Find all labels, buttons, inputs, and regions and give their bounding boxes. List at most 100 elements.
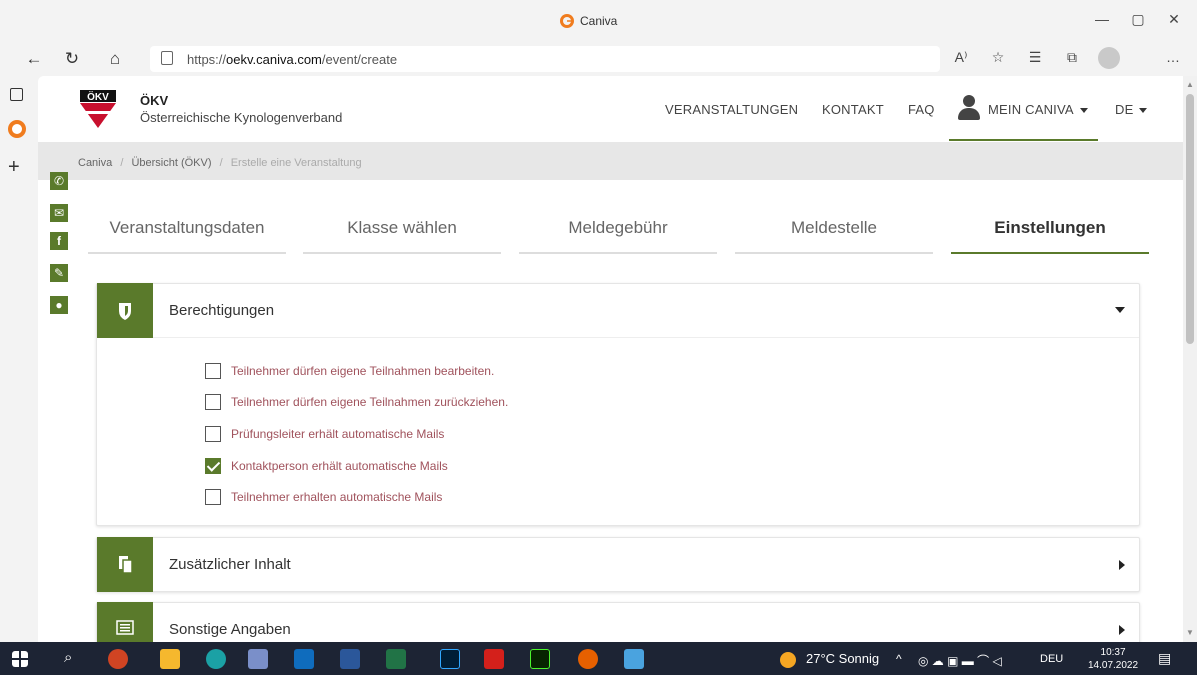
- other-details-title: Sonstige Angaben: [169, 621, 291, 638]
- tab-settings[interactable]: Einstellungen: [951, 204, 1149, 256]
- scroll-down-icon[interactable]: ▼: [1186, 628, 1194, 637]
- site-info-icon[interactable]: [161, 51, 173, 65]
- breadcrumb-overview[interactable]: Übersicht (ÖKV): [131, 157, 211, 169]
- notifications-icon[interactable]: ▤: [1158, 650, 1171, 667]
- tab-event-data[interactable]: Veranstaltungsdaten: [88, 204, 286, 256]
- search-icon[interactable]: ⌕: [64, 649, 72, 666]
- option-label[interactable]: Teilnehmer dürfen eigene Teilnahmen bear…: [231, 364, 494, 378]
- file-icon: [119, 556, 133, 574]
- scroll-up-icon[interactable]: ▲: [1186, 80, 1194, 89]
- weather-text[interactable]: 27°C Sonnig: [806, 651, 879, 666]
- new-tab-icon[interactable]: +: [8, 156, 20, 179]
- tab-select-class[interactable]: Klasse wählen: [303, 204, 501, 256]
- address-bar[interactable]: https://oekv.caniva.com/event/create: [150, 46, 940, 72]
- browser-toolbar: ← ↻ ⌂ https://oekv.caniva.com/event/crea…: [0, 42, 1197, 76]
- caret-right-icon[interactable]: [1119, 625, 1125, 635]
- checkbox[interactable]: [205, 363, 221, 379]
- url-text[interactable]: https://oekv.caniva.com/event/create: [187, 52, 397, 67]
- chevron-down-icon: [1139, 108, 1148, 114]
- phone-icon[interactable]: ✆: [50, 172, 68, 190]
- tab-actions-icon[interactable]: [10, 88, 23, 101]
- nav-active-underline: [949, 139, 1098, 141]
- weather-sun-icon[interactable]: [780, 652, 796, 668]
- window-title-text: Caniva: [580, 14, 618, 28]
- word-icon[interactable]: [340, 649, 360, 669]
- close-icon[interactable]: ✕: [1164, 11, 1184, 28]
- collections-icon[interactable]: ⧉: [1061, 49, 1083, 66]
- option-examiner-mails[interactable]: Prüfungsleiter erhält automatische Mails: [205, 424, 444, 444]
- back-icon[interactable]: ←: [24, 49, 44, 69]
- option-label[interactable]: Teilnehmer erhalten automatische Mails: [231, 490, 442, 504]
- nav-faq[interactable]: FAQ: [908, 102, 935, 117]
- page-scrollbar[interactable]: ▲ ▼: [1183, 76, 1197, 642]
- photoshop-icon[interactable]: [440, 649, 460, 669]
- checkbox[interactable]: [205, 426, 221, 442]
- dog-icon[interactable]: ✎: [50, 264, 68, 282]
- oekv-logo-icon[interactable]: ÖKV: [80, 90, 116, 128]
- read-aloud-icon[interactable]: A⁾: [950, 49, 972, 66]
- snipping-tool-icon[interactable]: [248, 649, 268, 669]
- nav-contact[interactable]: KONTAKT: [822, 102, 884, 117]
- input-language[interactable]: DEU: [1040, 653, 1063, 665]
- outlook-icon[interactable]: [294, 649, 314, 669]
- window-title: Caniva: [560, 14, 617, 28]
- other-details-header[interactable]: Sonstige Angaben: [97, 602, 1139, 642]
- additional-content-title: Zusätzlicher Inhalt: [169, 556, 291, 573]
- vertical-tabs-sidebar: +: [0, 76, 38, 642]
- brand-name[interactable]: ÖKV: [140, 93, 168, 108]
- shield-icon-box: [97, 283, 153, 338]
- option-participant-mails[interactable]: Teilnehmer erhalten automatische Mails: [205, 487, 442, 507]
- firefox-icon[interactable]: [578, 649, 598, 669]
- more-icon[interactable]: …: [1162, 49, 1184, 65]
- dreamweaver-icon[interactable]: [530, 649, 550, 669]
- mail-icon[interactable]: ✉: [50, 204, 68, 222]
- file-explorer-icon[interactable]: [160, 649, 180, 669]
- breadcrumb: Caniva / Übersicht (ÖKV) / Erstelle eine…: [78, 157, 362, 169]
- tab-entry-office[interactable]: Meldestelle: [735, 204, 933, 256]
- powerpoint-icon[interactable]: [108, 649, 128, 669]
- option-label[interactable]: Teilnehmer dürfen eigene Teilnahmen zurü…: [231, 395, 508, 409]
- checkbox[interactable]: [205, 394, 221, 410]
- tray-overflow-icon[interactable]: ^: [896, 652, 902, 666]
- tab-entry-fee[interactable]: Meldegebühr: [519, 204, 717, 256]
- breadcrumb-bar: Caniva / Übersicht (ÖKV) / Erstelle eine…: [38, 142, 1183, 180]
- option-label[interactable]: Kontaktperson erhält automatische Mails: [231, 459, 448, 473]
- profile-avatar[interactable]: [1098, 47, 1120, 69]
- refresh-icon[interactable]: ↻: [62, 49, 82, 69]
- checkbox-checked[interactable]: [205, 458, 221, 474]
- windows-taskbar: ⌕ 27°C Sonnig ^ ◎ ☁ ▣ ▬ ⌒ ◁ DEU 10:37 14…: [0, 642, 1197, 675]
- option-withdraw-entries[interactable]: Teilnehmer dürfen eigene Teilnahmen zurü…: [205, 392, 508, 412]
- system-clock[interactable]: 10:37 14.07.2022: [1088, 646, 1138, 672]
- acrobat-icon[interactable]: [484, 649, 504, 669]
- user-icon[interactable]: [958, 95, 980, 121]
- option-edit-entries[interactable]: Teilnehmer dürfen eigene Teilnahmen bear…: [205, 361, 494, 381]
- windows-start-icon[interactable]: [12, 651, 28, 667]
- site-header: ÖKV ÖKV Österreichische Kynologenverband…: [38, 76, 1183, 142]
- edge-icon[interactable]: [206, 649, 226, 669]
- breadcrumb-home[interactable]: Caniva: [78, 157, 112, 169]
- checkbox[interactable]: [205, 489, 221, 505]
- caret-down-icon[interactable]: [1115, 307, 1125, 313]
- add-favorite-icon[interactable]: ☆: [987, 49, 1009, 66]
- nav-events[interactable]: VERANSTALTUNGEN: [665, 102, 798, 117]
- minimize-icon[interactable]: —: [1092, 11, 1112, 27]
- tray-icons[interactable]: ◎ ☁ ▣ ▬ ⌒ ◁: [918, 652, 1002, 669]
- scrollbar-thumb[interactable]: [1186, 94, 1194, 344]
- home-icon[interactable]: ⌂: [105, 49, 125, 69]
- caret-right-icon[interactable]: [1119, 560, 1125, 570]
- step-tabs: Veranstaltungsdaten Klasse wählen Meldeg…: [88, 204, 1158, 256]
- active-tab-caniva-icon[interactable]: [8, 120, 26, 138]
- favorites-icon[interactable]: ☰: [1024, 49, 1046, 66]
- nav-my-caniva[interactable]: MEIN CANIVA: [988, 102, 1088, 117]
- option-label[interactable]: Prüfungsleiter erhält automatische Mails: [231, 427, 444, 441]
- facebook-icon[interactable]: f: [50, 232, 68, 250]
- additional-content-header[interactable]: Zusätzlicher Inhalt: [97, 537, 1139, 592]
- option-contact-mails[interactable]: Kontaktperson erhält automatische Mails: [205, 456, 448, 476]
- permissions-panel-header[interactable]: Berechtigungen: [97, 283, 1139, 338]
- excel-icon[interactable]: [386, 649, 406, 669]
- language-select[interactable]: DE: [1115, 102, 1148, 117]
- photos-icon[interactable]: [624, 649, 644, 669]
- location-icon[interactable]: ●: [50, 296, 68, 314]
- restore-icon[interactable]: ▢: [1128, 11, 1148, 28]
- shield-icon: [119, 303, 131, 320]
